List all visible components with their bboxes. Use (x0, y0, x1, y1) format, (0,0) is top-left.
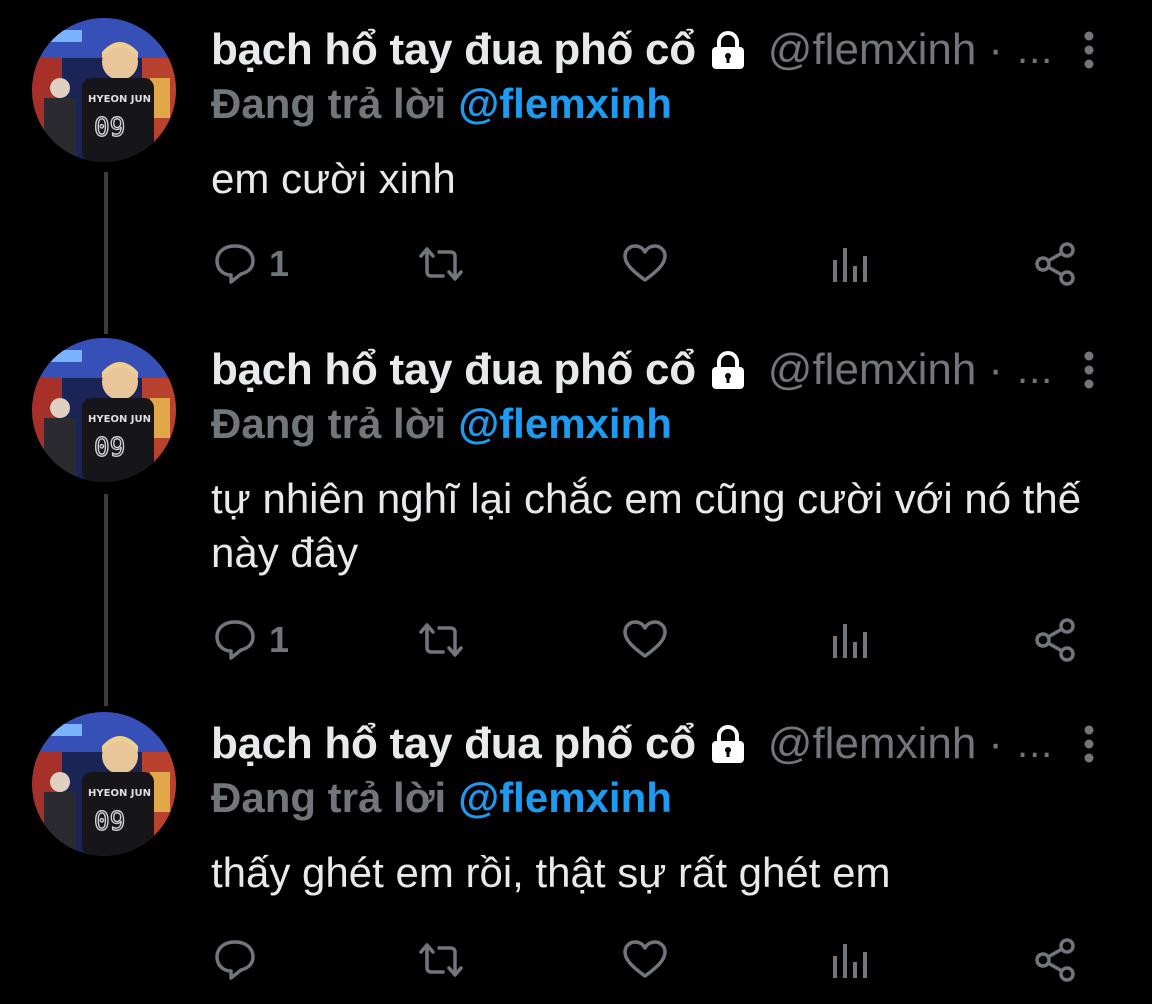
svg-text:HYEON JUN: HYEON JUN (88, 414, 151, 425)
views-button[interactable] (829, 932, 869, 988)
display-name[interactable]: bạch hổ tay đua phố cổ (211, 345, 696, 395)
reply-prefix: Đang trả lời (211, 774, 447, 821)
share-icon (1035, 618, 1075, 662)
tweet-header: bạch hổ tay đua phố cổ @flemxinh · ... (211, 342, 1053, 398)
reply-mention-link[interactable]: @flemxinh (458, 774, 672, 821)
truncation-ellipsis: ... (1016, 721, 1054, 766)
share-button[interactable] (1031, 932, 1079, 988)
more-options-icon[interactable] (1074, 28, 1104, 72)
views-button[interactable] (829, 236, 869, 292)
tweet-actions (211, 932, 1091, 988)
tweet-header: bạch hổ tay đua phố cổ @flemxinh · ... (211, 716, 1053, 772)
share-icon (1035, 938, 1075, 982)
replying-to: Đang trả lời @flemxinh (211, 80, 672, 128)
replying-to: Đang trả lời @flemxinh (211, 400, 672, 448)
svg-text:09: 09 (94, 113, 125, 143)
reply-button[interactable] (211, 932, 269, 988)
reply-icon (215, 244, 255, 284)
reply-mention-link[interactable]: @flemxinh (458, 400, 672, 447)
truncation-ellipsis: ... (1016, 347, 1054, 392)
reply-mention-link[interactable]: @flemxinh (458, 80, 672, 127)
retweet-button[interactable] (413, 932, 469, 988)
display-name[interactable]: bạch hổ tay đua phố cổ (211, 25, 696, 75)
tweet-actions: 1 (211, 612, 1091, 668)
retweet-button[interactable] (413, 612, 469, 668)
reply-icon (215, 620, 255, 660)
tweet[interactable]: HYEON JUN 09 bạch hổ tay đua phố cổ @fle… (0, 694, 1152, 1004)
svg-text:09: 09 (94, 807, 125, 837)
more-options-icon[interactable] (1074, 722, 1104, 766)
reply-count: 1 (269, 243, 290, 284)
reply-count: 1 (269, 619, 290, 660)
tweet[interactable]: HYEON JUN 09 bạch hổ tay đua phố cổ @fle… (0, 0, 1152, 330)
handle[interactable]: @flemxinh (768, 345, 977, 395)
like-button[interactable] (621, 612, 669, 668)
views-icon (833, 624, 867, 658)
retweet-icon (419, 247, 463, 281)
reply-button[interactable]: 1 (211, 612, 289, 668)
handle[interactable]: @flemxinh (768, 719, 977, 769)
retweet-button[interactable] (413, 236, 469, 292)
truncation-ellipsis: ... (1016, 27, 1054, 72)
share-icon (1035, 242, 1075, 286)
tweet[interactable]: HYEON JUN 09 bạch hổ tay đua phố cổ @fle… (0, 320, 1152, 700)
like-icon (623, 940, 667, 978)
share-button[interactable] (1031, 612, 1079, 668)
lock-icon (706, 722, 750, 766)
separator-dot: · (988, 345, 1003, 394)
retweet-icon (419, 623, 463, 657)
tweet-text: em cười xinh (211, 155, 456, 202)
replying-to: Đang trả lời @flemxinh (211, 774, 672, 822)
views-icon (833, 944, 867, 978)
reply-prefix: Đang trả lời (211, 80, 447, 127)
avatar[interactable]: HYEON JUN 09 (32, 712, 176, 856)
share-button[interactable] (1031, 236, 1079, 292)
svg-text:HYEON JUN: HYEON JUN (88, 788, 151, 799)
views-icon (833, 248, 867, 282)
svg-text:HYEON JUN: HYEON JUN (88, 94, 151, 105)
separator-dot: · (988, 25, 1003, 74)
tweet-text: thấy ghét em rồi, thật sự rất ghét em (211, 849, 891, 896)
tweet-header: bạch hổ tay đua phố cổ @flemxinh · ... (211, 22, 1053, 78)
reply-prefix: Đang trả lời (211, 400, 447, 447)
avatar[interactable]: HYEON JUN 09 (32, 18, 176, 162)
like-button[interactable] (621, 236, 669, 292)
like-button[interactable] (621, 932, 669, 988)
like-icon (623, 244, 667, 282)
more-options-icon[interactable] (1074, 348, 1104, 392)
tweet-actions: 1 (211, 236, 1091, 292)
handle[interactable]: @flemxinh (768, 25, 977, 75)
svg-text:09: 09 (94, 433, 125, 463)
lock-icon (706, 28, 750, 72)
reply-button[interactable]: 1 (211, 236, 289, 292)
tweet-text: tự nhiên nghĩ lại chắc em cũng cười với … (211, 475, 1082, 576)
like-icon (623, 620, 667, 658)
separator-dot: · (988, 719, 1003, 768)
lock-icon (706, 348, 750, 392)
avatar[interactable]: HYEON JUN 09 (32, 338, 176, 482)
views-button[interactable] (829, 612, 869, 668)
display-name[interactable]: bạch hổ tay đua phố cổ (211, 719, 696, 769)
reply-icon (215, 940, 255, 980)
retweet-icon (419, 943, 463, 977)
